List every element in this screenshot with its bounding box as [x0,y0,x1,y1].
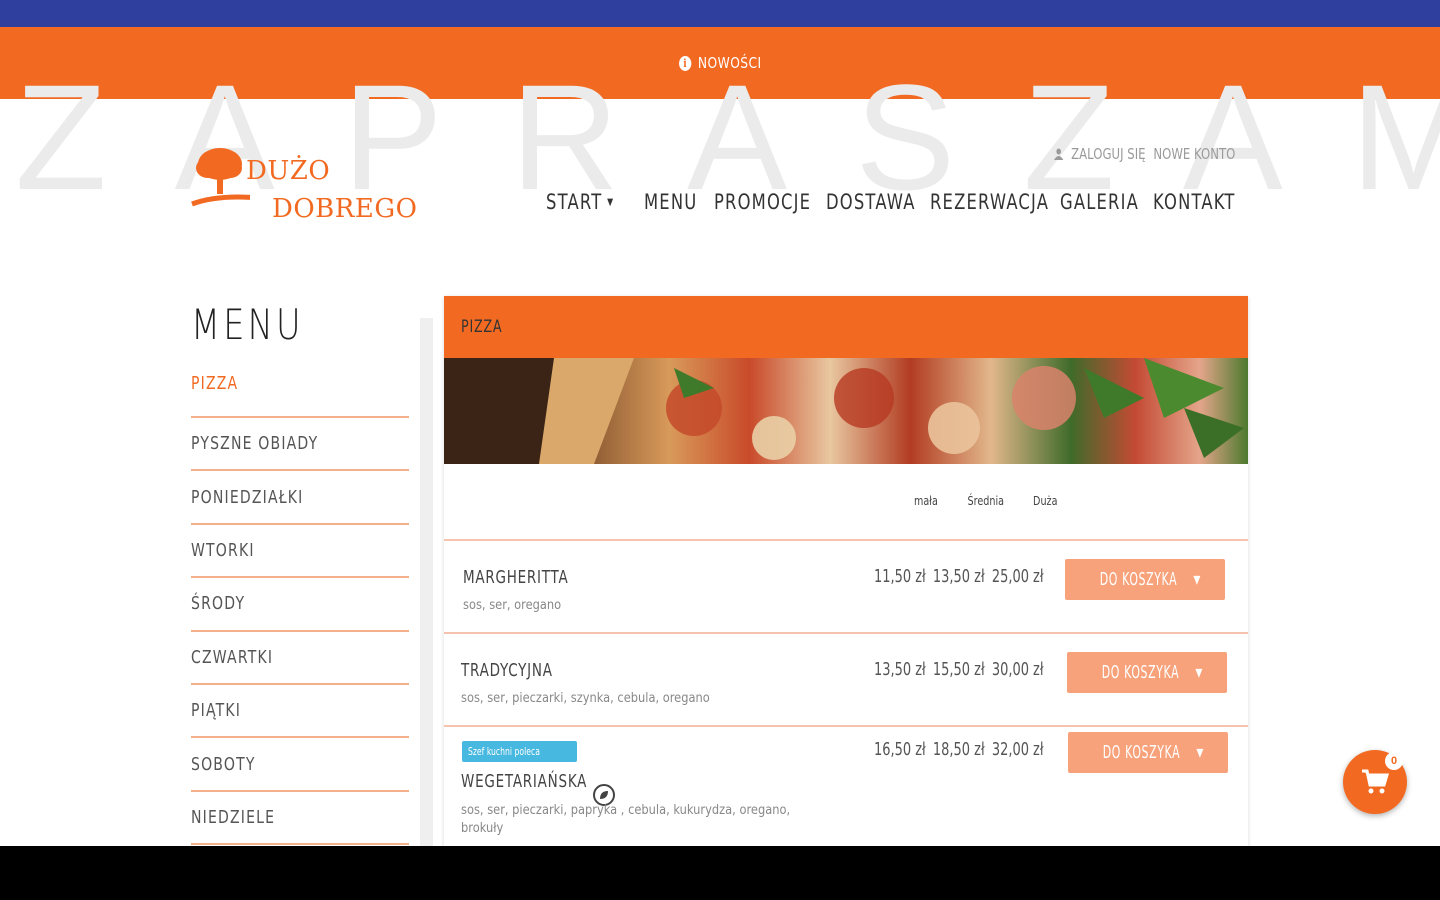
menu-item-row: MARGHERITTA sos, ser, oregano 11,50 zł 1… [444,541,1248,634]
sidebar-item-pizza[interactable]: PIZZA [191,373,409,418]
price-large: 32,00 zł [991,739,1044,760]
user-icon [1054,148,1064,160]
category-panel: PIZZA mała Średnia Duża MARGHERITTA sos,… [444,296,1248,856]
nav-item-rezerwacja[interactable]: REZERWACJA [930,190,1048,214]
logo-line1: DUŻO [246,156,331,186]
dish-name: WEGETARIAŃSKA [461,771,588,792]
price-medium: 13,50 zł [932,566,985,587]
dish-prices: 11,50 zł 13,50 zł 25,00 zł [874,566,1044,587]
cart-icon [1362,769,1389,794]
panel-title: PIZZA [461,317,503,337]
menu-sidebar: MENU PIZZA PYSZNE OBIADY PONIEDZIAŁKI WT… [191,300,409,846]
category-list: PIZZA PYSZNE OBIADY PONIEDZIAŁKI WTORKI … [191,373,409,846]
size-labels: mała Średnia Duża [911,494,1061,508]
top-strip [0,0,1440,27]
dish-prices: 16,50 zł 18,50 zł 32,00 zł [874,739,1044,760]
tree-logo-icon [191,148,250,207]
nav-item-galeria[interactable]: GALERIA [1060,190,1138,214]
dish-prices: 13,50 zł 15,50 zł 30,00 zł [874,659,1044,680]
price-large: 25,00 zł [991,566,1044,587]
main-nav: START ▼ MENU PROMOCJE DOSTAWA REZERWACJA … [546,190,1234,214]
price-medium: 18,50 zł [932,739,985,760]
dish-description: sos, ser, pieczarki, papryka , cebula, k… [461,803,791,818]
dish-description-continued: brokuły [461,821,504,836]
nav-label: MENU [644,190,698,214]
chef-recommends-badge: Szef kuchni poleca [462,741,577,762]
size-small: mała [913,494,938,508]
nav-label: GALERIA [1060,190,1139,214]
nav-label: START [546,190,603,214]
price-small: 13,50 zł [874,659,926,680]
nav-label: DOSTAWA [826,190,916,214]
caret-down-icon: ▼ [607,196,615,208]
nav-item-promocje[interactable]: PROMOCJE [714,190,810,214]
bottom-bar [0,846,1440,900]
sidebar-title: MENU [191,300,304,349]
sidebar-scrollbar[interactable] [420,318,433,858]
banner-decoration [444,358,1244,464]
nav-item-start[interactable]: START ▼ [546,190,622,214]
sidebar-item-soboty[interactable]: SOBOTY [191,738,409,792]
nav-label: KONTAKT [1153,190,1236,214]
sidebar-item-poniedzialki[interactable]: PONIEDZIAŁKI [191,471,409,525]
cart-count-badge: 0 [1385,752,1403,770]
register-link[interactable]: NOWE KONTO [1153,145,1235,163]
sidebar-item-srody[interactable]: ŚRODY [191,578,409,632]
price-small: 16,50 zł [874,739,926,760]
size-large: Duża [1033,494,1058,508]
dish-name: TRADYCYJNA [461,660,553,681]
price-small: 11,50 zł [874,566,926,587]
nav-label: PROMOCJE [714,190,812,214]
sidebar-item-czwartki[interactable]: CZWARTKI [191,632,409,685]
logo-line2: DOBREGO [272,194,418,224]
dish-description: sos, ser, pieczarki, szynka, cebula, ore… [461,691,710,706]
nav-item-kontakt[interactable]: KONTAKT [1153,190,1234,214]
size-header: mała Średnia Duża [444,464,1248,541]
sidebar-item-piatki[interactable]: PIĄTKI [191,685,409,739]
sidebar-item-niedziele[interactable]: NIEDZIELE [191,792,409,846]
dish-description: sos, ser, oregano [463,598,562,613]
nav-item-menu[interactable]: MENU [644,190,696,214]
dish-name: MARGHERITTA [463,567,569,588]
menu-item-row: Szef kuchni poleca WEGETARIAŃSKA sos, se… [444,727,1248,856]
price-large: 30,00 zł [991,659,1044,680]
nav-item-dostawa[interactable]: DOSTAWA [826,190,914,214]
logo[interactable]: DUŻO DOBREGO [190,146,420,226]
login-link[interactable]: ZALOGUJ SIĘ [1071,145,1145,163]
price-medium: 15,50 zł [932,659,985,680]
pizza-banner-image [444,358,1248,464]
menu-item-row: TRADYCYJNA sos, ser, pieczarki, szynka, … [444,634,1248,727]
sidebar-item-pyszne-obiady[interactable]: PYSZNE OBIADY [191,418,409,472]
add-to-cart-button[interactable]: DO KOSZYKA ▾ [1068,732,1228,773]
panel-header: PIZZA [444,296,1248,358]
add-to-cart-button[interactable]: DO KOSZYKA ▾ [1065,559,1225,600]
account-links: ZALOGUJ SIĘ NOWE KONTO [1054,145,1235,163]
size-medium: Średnia [967,494,1004,508]
sidebar-item-wtorki[interactable]: WTORKI [191,525,409,579]
add-to-cart-button[interactable]: DO KOSZYKA ▾ [1067,652,1227,693]
page: i NOWOŚCI ZAPRASZAMY DUŻO DOBREGO ZALOGU… [0,0,1440,900]
nav-label: REZERWACJA [930,190,1050,214]
